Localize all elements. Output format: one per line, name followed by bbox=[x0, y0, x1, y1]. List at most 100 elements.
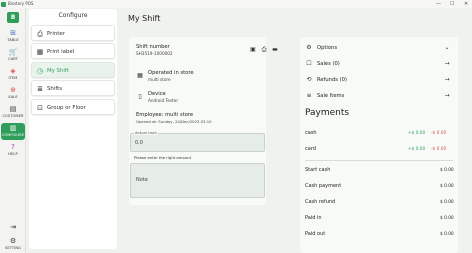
refunds-label[interactable]: Refunds (0) bbox=[317, 77, 347, 83]
total-label: Paid out bbox=[305, 231, 326, 237]
options-label[interactable]: Options bbox=[317, 45, 337, 51]
printer-icon: ⎙ bbox=[37, 30, 43, 38]
logout-icon: ⇥ bbox=[10, 223, 16, 231]
total-value: $ 0.00 bbox=[440, 232, 454, 237]
device-value: Android Tester bbox=[148, 98, 179, 103]
arrow-right-icon[interactable]: → bbox=[443, 60, 451, 68]
total-value: $ 0.00 bbox=[440, 200, 454, 205]
print-icon[interactable]: ⎙ bbox=[260, 46, 268, 54]
total-value: $ 0.00 bbox=[440, 216, 454, 221]
app-logo-icon bbox=[1, 1, 6, 7]
menu-item-printer[interactable]: ⎙ Printer bbox=[31, 25, 115, 41]
total-value: $ 0.00 bbox=[440, 168, 454, 173]
rail-item-customer[interactable]: ▤ CUSTOMER bbox=[1, 104, 25, 121]
actual-cash-input[interactable]: 0.0 bbox=[130, 133, 265, 152]
rail-label: CONFIGURE bbox=[1, 133, 25, 137]
actual-cash-hint: Please enter the right amount bbox=[134, 155, 192, 160]
shift-number-value: SH3519-1000002 bbox=[136, 51, 173, 56]
rail-label: CART bbox=[8, 57, 18, 61]
refunds-icon: ⟲ bbox=[306, 76, 312, 83]
rail-item-table[interactable]: ⊞ TABLE bbox=[1, 28, 25, 45]
window-titlebar: Bisstory POS — ☐ ✕ bbox=[0, 0, 472, 8]
shifts-icon: ≣ bbox=[37, 85, 43, 93]
rail-item-setting[interactable]: ⚙ SETTING bbox=[1, 236, 25, 253]
sales-icon: ☐ bbox=[306, 60, 312, 67]
configure-icon: ▥ bbox=[9, 124, 17, 132]
store-icon: ▦ bbox=[137, 72, 143, 79]
minimize-button[interactable]: — bbox=[436, 0, 441, 8]
rail-label: SALE bbox=[8, 95, 18, 99]
close-button[interactable]: ✕ bbox=[464, 0, 468, 8]
brand-logo: B bbox=[7, 12, 19, 23]
arrow-right-icon[interactable]: → bbox=[443, 92, 451, 100]
menu-item-print-label[interactable]: ▦ Print label bbox=[31, 43, 115, 59]
actual-cash-value: 0.0 bbox=[135, 140, 143, 146]
store-value: multi store bbox=[148, 77, 171, 82]
rail-label: CUSTOMER bbox=[2, 114, 24, 118]
rail-label: TABLE bbox=[7, 38, 19, 42]
customer-icon: ▤ bbox=[9, 105, 17, 113]
rail-item-configure[interactable]: ▥ CONFIGURE bbox=[1, 123, 25, 140]
rail-item-help[interactable]: ? HELP bbox=[1, 142, 25, 159]
store-label: Operated in store bbox=[148, 70, 194, 76]
device-icon: ▯ bbox=[138, 93, 142, 100]
employee-line: Employee: multi store bbox=[136, 112, 194, 118]
payment-label: cash bbox=[305, 130, 317, 136]
rail-item-cart[interactable]: 🛒 CART bbox=[1, 47, 25, 64]
save-icon[interactable]: ▣ bbox=[249, 46, 257, 54]
rail-item-item[interactable]: ◈ ITEM bbox=[1, 66, 25, 83]
menu-item-group-or-floor[interactable]: ⊡ Group or Floor bbox=[31, 99, 115, 115]
menu-item-my-shift[interactable]: ◷ My Shift bbox=[31, 62, 115, 78]
cart-icon: 🛒 bbox=[8, 48, 18, 56]
group-icon: ⊡ bbox=[37, 104, 43, 112]
payment-minus: -$ 0.00 bbox=[431, 131, 447, 136]
options-icon: ⚙ bbox=[306, 44, 312, 51]
menu-item-label: My Shift bbox=[47, 68, 69, 74]
sale-icon: ⊕ bbox=[10, 86, 16, 94]
sales-label[interactable]: Sales (0) bbox=[317, 61, 340, 67]
note-textarea[interactable]: Note bbox=[130, 163, 265, 198]
menu-item-shifts[interactable]: ≣ Shifts bbox=[31, 80, 115, 96]
sale-items-label[interactable]: Sale Items bbox=[317, 93, 344, 99]
cash-drawer-icon[interactable]: ▬ bbox=[271, 46, 279, 54]
total-label: Cash refund bbox=[305, 199, 336, 205]
configure-panel: Configure ⎙ Printer ▦ Print label ◷ My S… bbox=[29, 9, 117, 249]
payment-minus: -$ 0.00 bbox=[431, 147, 447, 152]
shift-summary-card: ⚙ Options ⌄ ☐ Sales (0) → ⟲ Refunds (0) … bbox=[300, 37, 458, 253]
actual-cash-label: Actual cash bbox=[134, 130, 158, 135]
payment-plus: +$ 0.00 bbox=[408, 131, 426, 136]
payment-label: card bbox=[305, 146, 316, 152]
menu-item-label: Print label bbox=[47, 49, 75, 55]
label-icon: ▦ bbox=[36, 48, 44, 56]
setting-icon: ⚙ bbox=[9, 237, 17, 245]
configure-title: Configure bbox=[58, 12, 88, 19]
item-icon: ◈ bbox=[10, 67, 16, 75]
menu-item-label: Printer bbox=[47, 31, 65, 37]
page-title: My Shift bbox=[128, 14, 161, 23]
shift-icon: ◷ bbox=[36, 67, 44, 75]
payment-plus: +$ 0.00 bbox=[408, 147, 426, 152]
total-label: Start cash bbox=[305, 167, 331, 173]
sale-items-icon: ≡ bbox=[306, 92, 312, 99]
total-value: $ 0.00 bbox=[440, 184, 454, 189]
rail-label: HELP bbox=[8, 152, 18, 156]
shift-number-label: Shift number bbox=[136, 44, 170, 50]
rail-label: SETTING bbox=[4, 246, 22, 250]
note-placeholder: Note bbox=[136, 177, 148, 183]
total-label: Paid in bbox=[305, 215, 322, 221]
help-icon: ? bbox=[11, 143, 15, 151]
rail-item-sale[interactable]: ⊕ SALE bbox=[1, 85, 25, 102]
divider bbox=[305, 160, 453, 161]
nav-rail: B ⊞ TABLE 🛒 CART ◈ ITEM ⊕ SALE ▤ CUSTOME… bbox=[0, 8, 26, 253]
shift-info-card: Shift number SH3519-1000002 ▣ ⎙ ▬ ▦ Oper… bbox=[129, 37, 278, 205]
arrow-right-icon[interactable]: → bbox=[443, 76, 451, 84]
payments-title: Payments bbox=[305, 108, 350, 118]
table-icon: ⊞ bbox=[10, 29, 16, 37]
maximize-button[interactable]: ☐ bbox=[450, 0, 454, 8]
chevron-down-icon[interactable]: ⌄ bbox=[443, 44, 451, 52]
rail-label: ITEM bbox=[8, 76, 18, 80]
opened-line: Opened at: Sunday, 24/Dec/2023 03:10 bbox=[136, 119, 212, 124]
menu-item-label: Group or Floor bbox=[47, 105, 86, 111]
total-label: Cash payment bbox=[305, 183, 342, 189]
device-label: Device bbox=[148, 91, 166, 97]
